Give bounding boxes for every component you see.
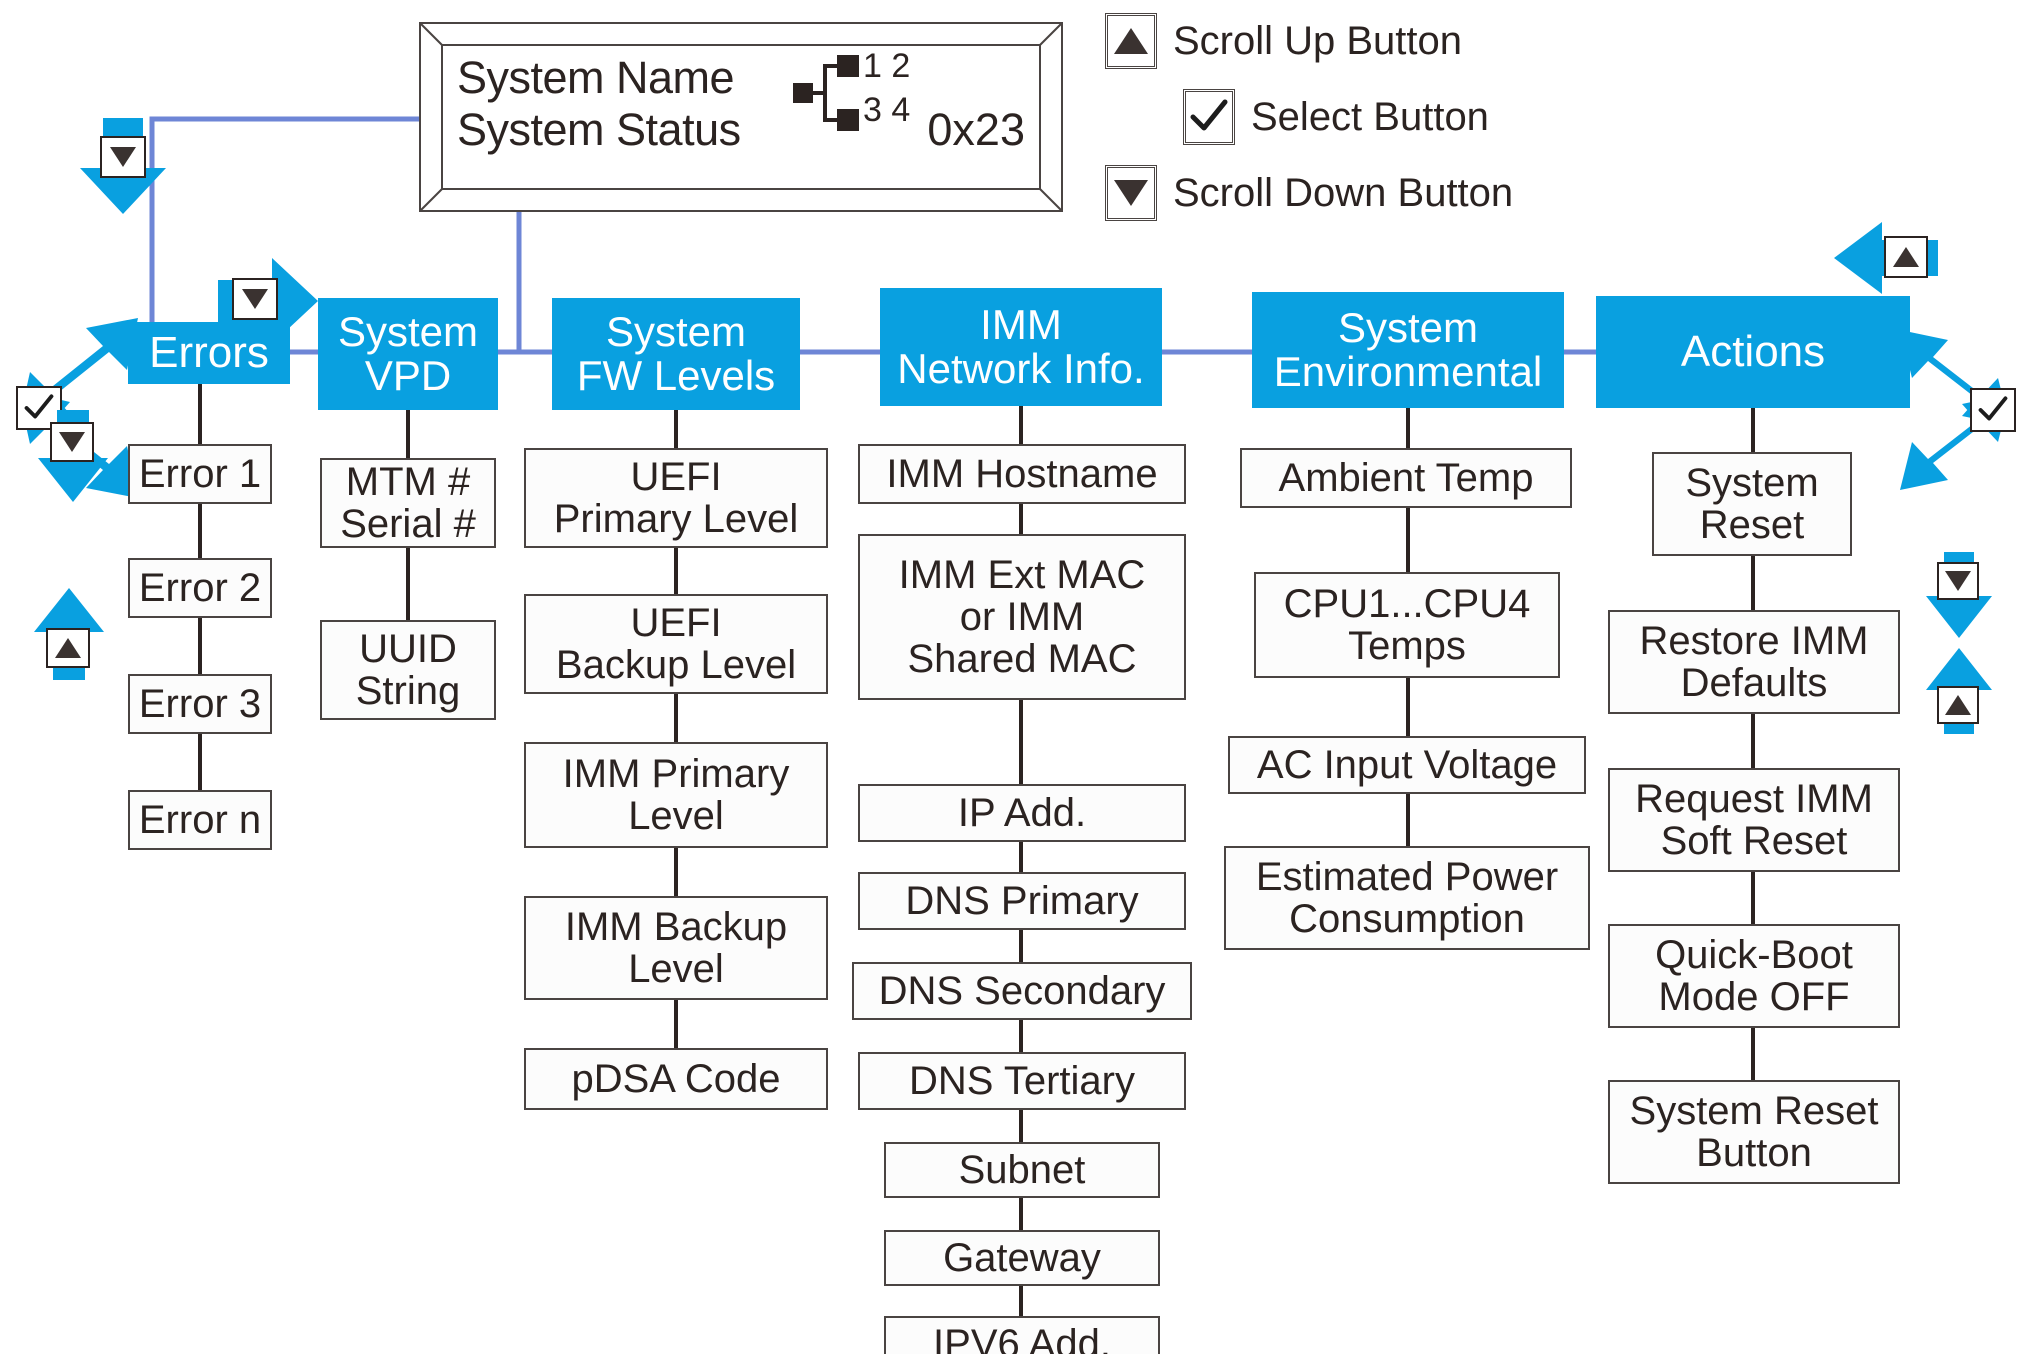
node-label-line2: Defaults <box>1680 661 1828 705</box>
list-item[interactable]: Quick-Boot Mode OFF <box>1608 924 1900 1028</box>
node-label-line1: Quick-Boot <box>1655 933 1853 977</box>
node-label-line1: System Reset <box>1629 1089 1879 1133</box>
list-item[interactable]: Restore IMM Defaults <box>1608 610 1900 714</box>
node-label-line1: System <box>1685 461 1819 505</box>
node-label-line2: Soft Reset <box>1660 819 1848 863</box>
node-label-line1: Request IMM <box>1635 777 1873 821</box>
node-label-line2: Button <box>1696 1131 1812 1175</box>
lcd-menu-flow-diagram: System Name System Status 0x23 1 2 3 4 S… <box>0 0 2024 1354</box>
node-label-line2: Mode OFF <box>1658 975 1850 1019</box>
list-item[interactable]: System Reset <box>1652 452 1852 556</box>
node-label-line2: Reset <box>1699 503 1805 547</box>
node-label-line1: Restore IMM <box>1639 619 1869 663</box>
list-item[interactable]: Request IMM Soft Reset <box>1608 768 1900 872</box>
list-item[interactable]: System Reset Button <box>1608 1080 1900 1184</box>
